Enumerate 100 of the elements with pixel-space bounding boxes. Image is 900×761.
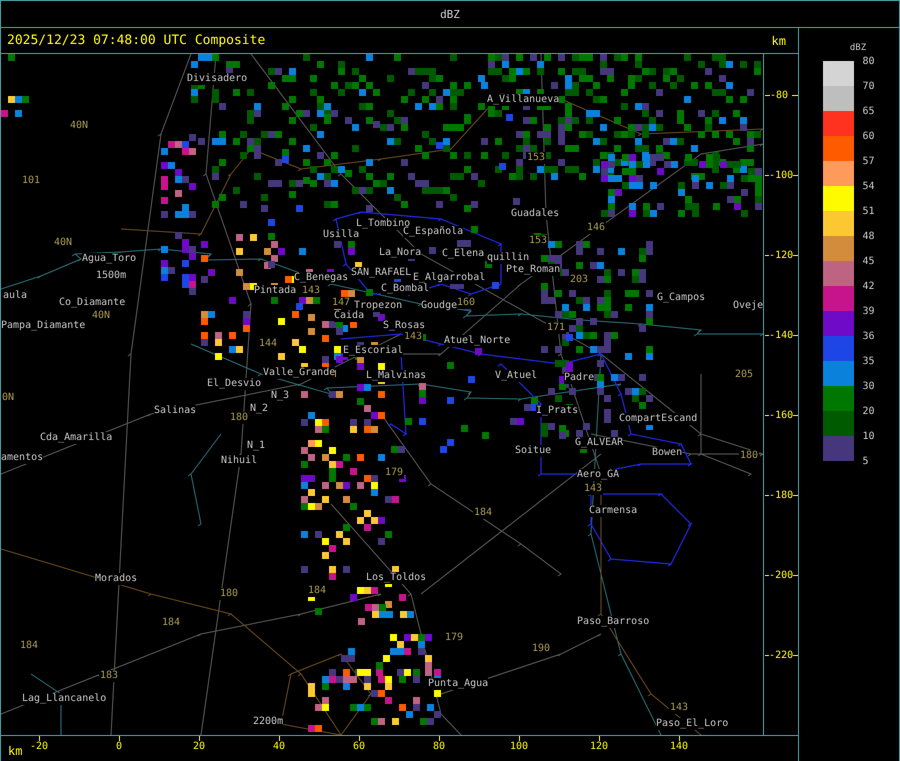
axis-label: -140 (769, 330, 794, 340)
route-number: 183 (99, 670, 120, 682)
place-name: Goudge (421, 300, 458, 312)
place-name: Punta_Agua (428, 678, 488, 690)
axis-label: -200 (769, 570, 794, 580)
place-name: Lag_Llancanelo (22, 693, 106, 705)
axis-label: 0 (116, 741, 122, 753)
place-name: Cda_Amarilla (40, 432, 112, 444)
axis-label: 120 (590, 741, 608, 753)
legend-label: 70 (862, 81, 875, 93)
axis-label: -20 (30, 741, 48, 753)
place-name: 2200m (253, 716, 284, 728)
legend-label: 20 (862, 406, 875, 418)
legend-label: 39 (862, 306, 875, 318)
legend-label: 65 (862, 106, 875, 118)
legend-title: dBZ (850, 43, 866, 53)
place-name: A_Villanueva (487, 94, 560, 106)
place-name: L_Malvinas (366, 370, 426, 382)
axis-unit: km (772, 34, 786, 48)
place-name: Divisadero (187, 73, 248, 85)
legend-label: 80 (862, 56, 875, 68)
place-name: Pintada (254, 285, 296, 297)
panel-title: dBZ (440, 8, 460, 20)
place-name: Valle_Grande (263, 367, 336, 379)
place-name: Oveje (733, 300, 763, 312)
axis-label: -180 (769, 490, 794, 500)
place-name: Los_Toldos (366, 572, 426, 584)
axis-label: -100 (769, 170, 794, 180)
place-name: N_1 (247, 440, 266, 452)
place-name: C_Bombal (381, 283, 430, 295)
place-name: L_Tombino (356, 218, 410, 230)
place-name: E_Escorial (343, 345, 404, 357)
legend-label: 54 (862, 181, 875, 193)
place-name: La_Nora (379, 247, 422, 259)
axis-label: 100 (510, 741, 528, 753)
place-name: C_Española (403, 226, 464, 238)
place-name: Paso_Barroso (577, 616, 650, 628)
route-number: 160 (456, 297, 476, 309)
place-name: S_Rosas (383, 320, 426, 332)
place-name: G_ALVEAR (575, 437, 624, 449)
place-name: V_Atuel (495, 370, 538, 382)
legend-label: 5 (862, 456, 868, 468)
legend-label: 42 (862, 281, 875, 293)
place-name: E_Algarrobal (413, 272, 486, 284)
place-name: Pte_Roman (506, 264, 560, 276)
place-name: Atuel_Norte (444, 335, 510, 347)
legend-label: 45 (862, 256, 875, 268)
route-number: 146 (586, 222, 606, 234)
place-name: C_Elena (442, 248, 484, 260)
axis-label: -160 (769, 410, 794, 420)
route-number: 143 (669, 702, 690, 714)
axis-label: -120 (769, 250, 794, 260)
legend-label: 51 (862, 206, 875, 218)
route-number: 184 (473, 507, 494, 519)
route-number: 143 (403, 331, 424, 343)
legend-label: 36 (862, 331, 875, 343)
place-name: Pampa_Diamante (1, 320, 86, 332)
legend-label: 35 (862, 356, 875, 368)
place-name: C_Benegas (294, 272, 348, 284)
place-name: Caida (334, 310, 364, 322)
place-name: El_Desvio (207, 378, 262, 390)
axis-label: 20 (192, 741, 206, 753)
place-name: N_2 (250, 403, 268, 415)
route-number: 180 (219, 588, 240, 600)
place-name: N_3 (271, 390, 290, 402)
place-name: Salinas (154, 405, 196, 417)
place-name: Co_Diamante (59, 297, 126, 309)
axis-label: 60 (352, 741, 366, 753)
place-name: Tropezon (354, 300, 402, 312)
place-name: amentos (1, 452, 44, 464)
route-number: 184 (307, 585, 328, 597)
legend-label: 30 (862, 381, 875, 393)
route-number: 147 (331, 297, 352, 309)
route-number: 171 (546, 322, 566, 334)
place-name: Agua_Toro (82, 253, 136, 265)
legend-label: 60 (862, 131, 875, 143)
place-name: Aero_GA (577, 469, 620, 481)
place-name: Carmensa (589, 505, 638, 517)
place-name: Padre (564, 372, 594, 384)
route-number: 153 (526, 152, 546, 164)
place-name: CompartEscand (619, 413, 698, 425)
place-name: Guadales (511, 208, 560, 220)
axis-label: 80 (432, 741, 446, 753)
route-number: 180 (229, 412, 250, 424)
axis-label: -80 (770, 90, 788, 100)
route-number: 143 (583, 483, 604, 495)
timestamp: 2025/12/23 07:48:00 UTC Composite (7, 33, 266, 48)
legend-label: 10 (862, 431, 875, 443)
place-name: Usilla (323, 229, 360, 241)
axis-label: -220 (769, 650, 794, 660)
place-name: Nihuil (221, 455, 258, 467)
place-name: I_Prats (536, 405, 578, 417)
place-name: Paso_El_Loro (656, 718, 728, 730)
place-name: Morados (95, 573, 138, 585)
route-number: 179 (384, 467, 404, 479)
axis-label: 140 (670, 741, 688, 753)
legend-label: 57 (862, 156, 875, 168)
place-name: G_Campos (657, 292, 706, 304)
place-name: quillin (487, 252, 530, 264)
place-name: Soitue (515, 445, 552, 457)
